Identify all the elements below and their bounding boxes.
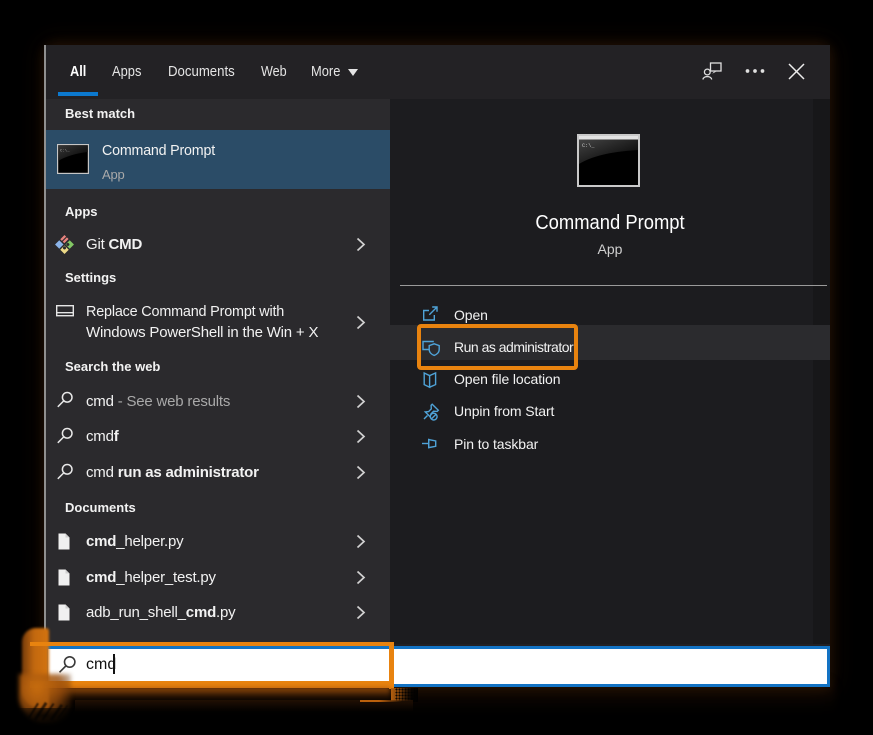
svg-text:C:\_: C:\_ — [582, 143, 595, 149]
svg-text:C:\_: C:\_ — [60, 149, 70, 154]
